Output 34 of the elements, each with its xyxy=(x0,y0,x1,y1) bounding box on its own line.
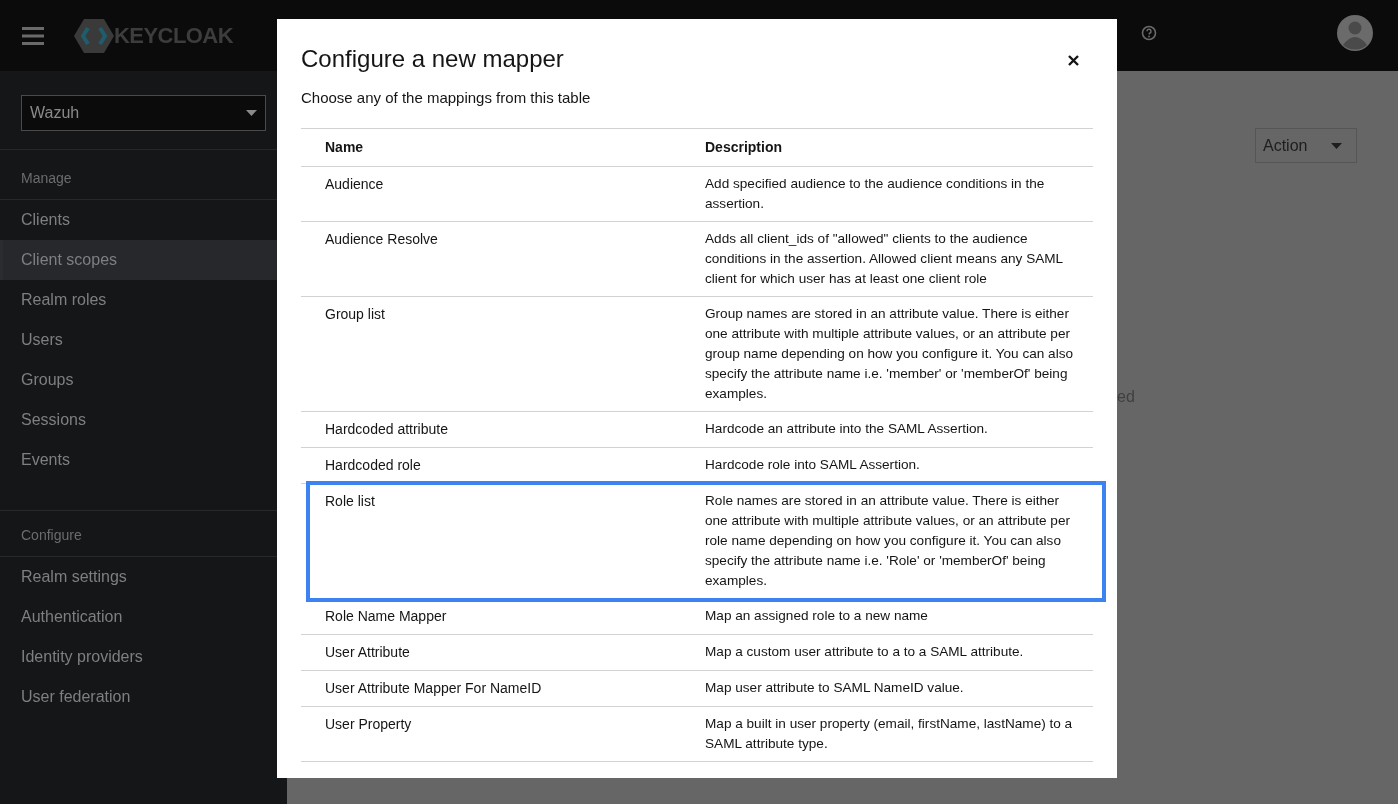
action-dropdown[interactable]: Action xyxy=(1255,128,1357,163)
modal-title: Configure a new mapper xyxy=(301,45,564,73)
table-cell-text: Role names are stored in an attribute value. There is either one attribute with multiple attribute values, or an attribute per role name depending on how you configure it. You can also specify the attribute name i.e. 'Role' or 'memberOf' being examples. xyxy=(705,491,1071,590)
table-cell-text: Audience Resolve xyxy=(324,229,439,249)
table-cell-text: Map an assigned role to a new name xyxy=(705,606,929,625)
table-cell-text: Role Name Mapper xyxy=(324,606,448,626)
table-cell-text: Hardcode role into SAML Assertion. xyxy=(705,455,921,474)
table-cell-text: User Attribute Mapper For NameID xyxy=(324,678,543,698)
avatar-icon[interactable] xyxy=(1337,15,1373,51)
table-cell-text: Hardcoded attribute xyxy=(324,419,449,439)
table-cell-text: Map a built in user property (email, firstName, lastName) to a SAML attribute type. xyxy=(705,714,1074,753)
column-header: Description xyxy=(705,137,783,157)
table-cell-text: Audience xyxy=(324,174,385,194)
table-cell-text: Group names are stored in an attribute value. There is either one attribute with multiple attribute values, or an attribute per group name depending on how you configure it. You can also specify the attribute name i.e. 'member' or 'memberOf' being examples. xyxy=(705,304,1075,403)
menu-icon[interactable] xyxy=(22,26,44,45)
table-cell-text: Add specified audience to the audience conditions in the assertion. xyxy=(705,174,1046,213)
realm-dropdown[interactable]: Wazuh xyxy=(21,95,266,131)
table-cell-text: Hardcoded role xyxy=(324,455,422,475)
modal-subtitle: Choose any of the mappings from this table xyxy=(301,88,592,108)
close-icon[interactable] xyxy=(1068,55,1079,66)
caret-icon xyxy=(246,110,257,116)
table-row-highlight[interactable] xyxy=(309,483,1103,599)
help-icon[interactable] xyxy=(1141,25,1157,41)
logo-icon xyxy=(74,18,114,53)
column-header: Name xyxy=(324,137,365,157)
table-cell-text: Role list xyxy=(324,491,376,511)
table-cell-text: User Property xyxy=(324,714,413,734)
table-cell-text: Group list xyxy=(324,304,386,324)
table-cell-text: Map user attribute to SAML NameID value. xyxy=(705,678,965,697)
table-cell-text: Adds all client_ids of "allowed" clients to the audience conditions in the assertion. Allowed client means any SAML client for which user has at least one client role xyxy=(705,229,1064,288)
table-cell-text: Hardcode an attribute into the SAML Assertion. xyxy=(705,419,989,438)
table-cell-text: Map a custom user attribute to a to a SAML attribute. xyxy=(705,642,1025,661)
caret-icon xyxy=(1331,142,1342,149)
table-cell-text: User Attribute xyxy=(324,642,411,662)
